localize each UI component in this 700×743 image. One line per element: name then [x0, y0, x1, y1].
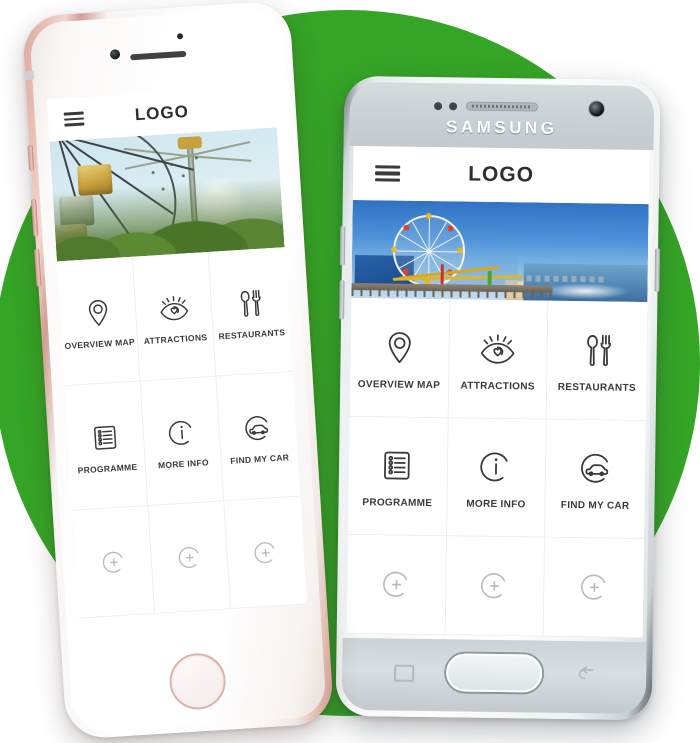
tile-placeholder[interactable]: [544, 538, 645, 639]
distant-skyline: [517, 274, 607, 283]
tile-label: PROGRAMME: [77, 461, 138, 475]
amusement-park-photo: [49, 127, 285, 262]
app-title: LOGO: [468, 162, 535, 187]
car-circle-icon: [242, 408, 274, 448]
tile-overview-map[interactable]: OVERVIEW MAP: [56, 256, 141, 387]
tile-more-info[interactable]: MORE INFO: [140, 376, 225, 507]
tile-more-info[interactable]: MORE INFO: [446, 417, 548, 539]
scene-stage: SAMSUNG LOGO OVERVIEW MAP ATTRACTIONS RE…: [0, 0, 700, 743]
app-tile-grid: OVERVIEW MAP ATTRACTIONS RESTAURANTS PRO…: [346, 297, 648, 639]
front-camera-icon: [588, 101, 605, 117]
app-root-samsung: LOGO OVERVIEW MAP ATTRACTIONS RESTAURANT…: [346, 145, 650, 639]
tile-placeholder[interactable]: [72, 506, 156, 619]
info-circle-icon: [478, 444, 515, 490]
samsung-screen: LOGO OVERVIEW MAP ATTRACTIONS RESTAURANT…: [346, 145, 650, 639]
map-pin-icon: [381, 324, 418, 370]
antenna-band: [23, 70, 35, 81]
tile-placeholder[interactable]: [224, 496, 307, 610]
cutlery-icon: [579, 327, 616, 373]
earpiece-speaker-icon: [466, 101, 539, 112]
checklist-icon: [380, 443, 417, 489]
samsung-home-button[interactable]: [445, 653, 543, 693]
tile-attractions[interactable]: ATTRACTIONS: [448, 299, 549, 420]
car-circle-icon: [577, 446, 614, 492]
add-circle-icon: [249, 532, 281, 572]
tile-label: OVERVIEW MAP: [357, 378, 441, 392]
iphone-device: LOGO OVERVIEW MAP ATTRACTIONS RESTAURANT…: [21, 0, 335, 740]
trees: [52, 177, 285, 262]
samsung-brand-label: SAMSUNG: [445, 117, 558, 138]
tile-label: ATTRACTIONS: [143, 331, 208, 346]
tile-find-my-car[interactable]: FIND MY CAR: [545, 419, 646, 540]
tile-attractions[interactable]: ATTRACTIONS: [132, 251, 217, 382]
app-tile-grid: OVERVIEW MAP ATTRACTIONS RESTAURANTS PRO…: [56, 247, 307, 619]
tile-label: OVERVIEW MAP: [64, 336, 136, 351]
proximity-sensor-icon: [434, 102, 443, 111]
info-circle-icon: [165, 413, 197, 453]
tile-placeholder[interactable]: [346, 535, 447, 636]
samsung-volume-up-button[interactable]: [339, 225, 346, 266]
samsung-device: SAMSUNG LOGO OVERVIEW MAP ATTRACTIONS RE…: [335, 75, 661, 721]
tile-label: PROGRAMME: [362, 497, 433, 510]
santa-monica-pier-photo: [351, 199, 649, 303]
app-root-iphone: LOGO OVERVIEW MAP ATTRACTIONS RESTAURANT…: [46, 85, 307, 619]
tile-placeholder[interactable]: [148, 501, 232, 614]
tile-label: FIND MY CAR: [230, 451, 290, 466]
checklist-icon: [89, 417, 121, 457]
tile-overview-map[interactable]: OVERVIEW MAP: [349, 297, 451, 418]
tile-label: MORE INFO: [466, 499, 526, 511]
samsung-top-bezel: SAMSUNG: [349, 81, 655, 151]
add-circle-icon: [97, 542, 129, 582]
tile-label: RESTAURANTS: [218, 326, 286, 341]
add-circle-icon: [378, 562, 415, 608]
samsung-navigation-bar: [341, 637, 647, 715]
tile-label: ATTRACTIONS: [460, 380, 535, 393]
samsung-power-button[interactable]: [654, 248, 661, 293]
tile-label: FIND MY CAR: [560, 500, 630, 513]
add-circle-icon: [477, 563, 514, 609]
recents-button-icon[interactable]: [394, 664, 415, 682]
iphone-screen: LOGO OVERVIEW MAP ATTRACTIONS RESTAURANT…: [46, 85, 307, 619]
back-button-icon[interactable]: [576, 663, 596, 683]
app-title: LOGO: [134, 101, 190, 125]
cutlery-icon: [234, 283, 266, 323]
tile-label: RESTAURANTS: [557, 381, 636, 394]
tile-find-my-car[interactable]: FIND MY CAR: [216, 371, 301, 502]
eye-icon: [480, 326, 517, 372]
samsung-volume-down-button[interactable]: [339, 279, 345, 320]
tile-programme[interactable]: PROGRAMME: [348, 416, 449, 537]
light-sensor-icon: [449, 102, 458, 111]
app-header: LOGO: [352, 145, 650, 205]
surf-foam: [540, 282, 630, 300]
park-scene: [49, 127, 285, 262]
tile-label: MORE INFO: [157, 456, 210, 470]
add-circle-icon: [576, 564, 613, 610]
map-pin-icon: [82, 293, 114, 333]
add-circle-icon: [173, 537, 205, 577]
tile-restaurants[interactable]: RESTAURANTS: [208, 247, 293, 377]
green-pylon: [487, 270, 492, 287]
tile-restaurants[interactable]: RESTAURANTS: [547, 300, 648, 421]
red-pylon: [440, 263, 444, 286]
pier-scene: [351, 199, 649, 303]
tile-programme[interactable]: PROGRAMME: [64, 381, 149, 511]
tile-placeholder[interactable]: [445, 536, 546, 637]
eye-icon: [157, 288, 189, 328]
